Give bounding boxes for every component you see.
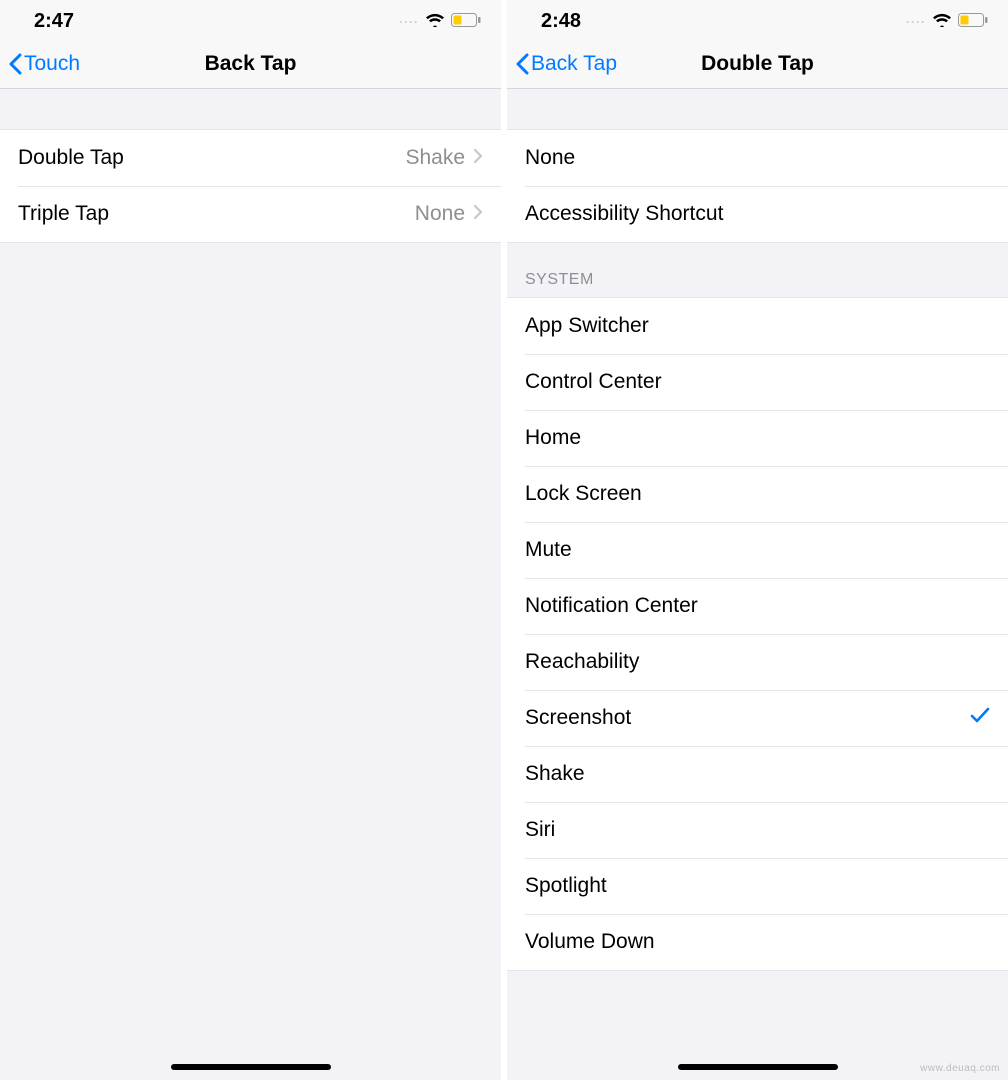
row-label: Double Tap — [18, 146, 405, 170]
watermark: www.deuaq.com — [920, 1063, 1000, 1074]
row-label: Triple Tap — [18, 202, 415, 226]
content-area: None Accessibility Shortcut System App Sw… — [507, 89, 1008, 1080]
row-label: None — [525, 146, 990, 170]
row-label: Shake — [525, 762, 990, 786]
row-value: None — [415, 202, 465, 226]
action-row[interactable]: Reachability — [507, 634, 1008, 690]
status-time: 2:47 — [34, 10, 74, 33]
row-label: Control Center — [525, 370, 990, 394]
row-label: Notification Center — [525, 594, 990, 618]
status-time: 2:48 — [541, 10, 581, 33]
action-row[interactable]: Screenshot — [507, 690, 1008, 746]
settings-group: Double Tap Shake Triple Tap None — [0, 129, 501, 243]
row-label: Home — [525, 426, 990, 450]
actions-group-top: None Accessibility Shortcut — [507, 129, 1008, 243]
action-row[interactable]: None — [507, 130, 1008, 186]
action-row[interactable]: Shake — [507, 746, 1008, 802]
row-label: Reachability — [525, 650, 990, 674]
home-indicator[interactable] — [678, 1064, 838, 1070]
status-bar: 2:48 ···· — [507, 0, 1008, 39]
cellular-dots-icon: ···· — [399, 15, 419, 29]
phone-double-tap: 2:48 ···· Back Tap Double Tap None Access… — [507, 0, 1008, 1080]
battery-icon — [451, 10, 481, 33]
row-label: Volume Down — [525, 930, 990, 954]
row-label: Screenshot — [525, 706, 970, 730]
row-triple-tap[interactable]: Triple Tap None — [0, 186, 501, 242]
action-row[interactable]: Home — [507, 410, 1008, 466]
cellular-dots-icon: ···· — [906, 15, 926, 29]
action-row[interactable]: Control Center — [507, 354, 1008, 410]
row-label: Lock Screen — [525, 482, 990, 506]
wifi-icon — [425, 10, 445, 33]
action-row[interactable]: Spotlight — [507, 858, 1008, 914]
checkmark-icon — [970, 706, 990, 730]
action-row[interactable]: Accessibility Shortcut — [507, 186, 1008, 242]
action-row[interactable]: Siri — [507, 802, 1008, 858]
chevron-left-icon — [515, 53, 529, 75]
row-label: Accessibility Shortcut — [525, 202, 990, 226]
action-row[interactable]: Lock Screen — [507, 466, 1008, 522]
status-bar: 2:47 ···· — [0, 0, 501, 39]
battery-icon — [958, 10, 988, 33]
action-row[interactable]: App Switcher — [507, 298, 1008, 354]
chevron-right-icon — [473, 146, 483, 170]
back-button[interactable]: Touch — [8, 52, 80, 76]
row-double-tap[interactable]: Double Tap Shake — [0, 130, 501, 186]
navigation-bar: Back Tap Double Tap — [507, 39, 1008, 89]
phone-back-tap: 2:47 ···· Touch Back Tap Double Tap Shak… — [0, 0, 501, 1080]
chevron-right-icon — [473, 202, 483, 226]
section-header-system: System — [507, 243, 1008, 297]
row-label: Mute — [525, 538, 990, 562]
status-right: ···· — [906, 10, 988, 33]
status-right: ···· — [399, 10, 481, 33]
chevron-left-icon — [8, 53, 22, 75]
content-area: Double Tap Shake Triple Tap None — [0, 89, 501, 1080]
row-label: App Switcher — [525, 314, 990, 338]
row-label: Spotlight — [525, 874, 990, 898]
action-row[interactable]: Notification Center — [507, 578, 1008, 634]
action-row[interactable]: Volume Down — [507, 914, 1008, 970]
back-label: Touch — [24, 52, 80, 76]
home-indicator[interactable] — [171, 1064, 331, 1070]
back-button[interactable]: Back Tap — [515, 52, 617, 76]
back-label: Back Tap — [531, 52, 617, 76]
row-value: Shake — [405, 146, 465, 170]
actions-group-system: App Switcher Control Center Home Lock Scree… — [507, 297, 1008, 971]
action-row[interactable]: Mute — [507, 522, 1008, 578]
row-label: Siri — [525, 818, 990, 842]
wifi-icon — [932, 10, 952, 33]
navigation-bar: Touch Back Tap — [0, 39, 501, 89]
